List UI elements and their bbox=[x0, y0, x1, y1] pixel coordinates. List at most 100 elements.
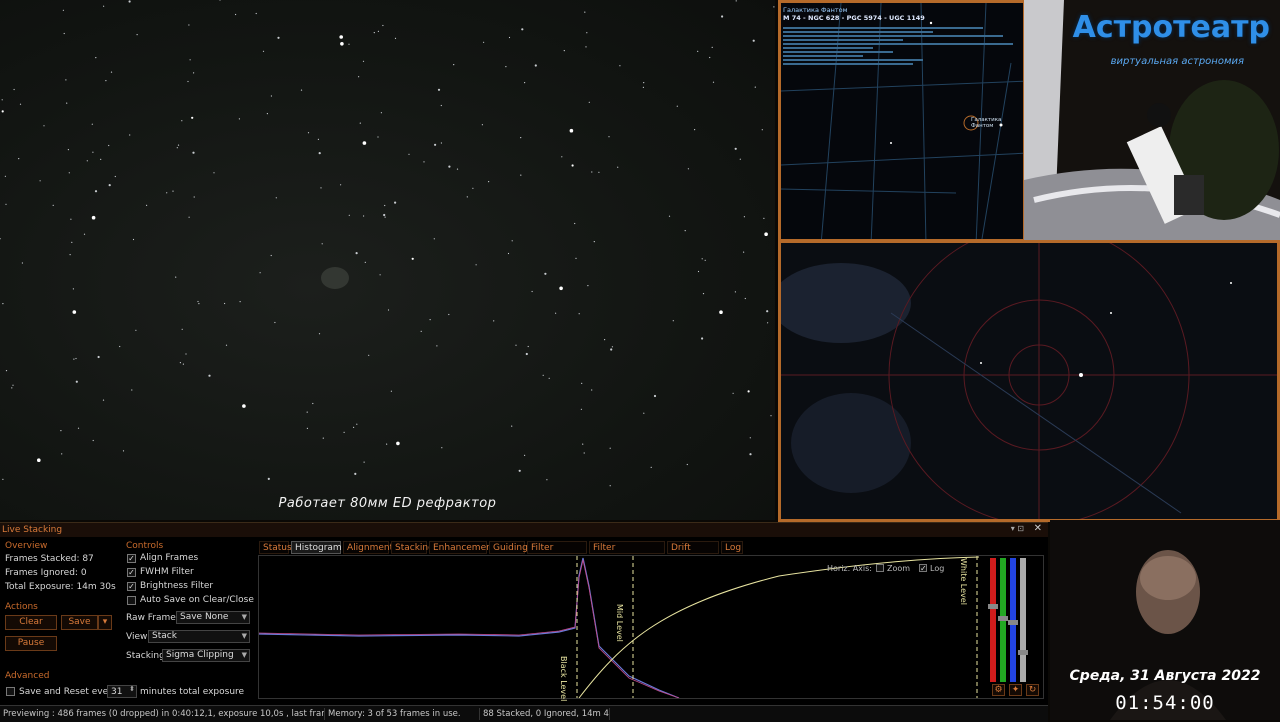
star bbox=[91, 123, 93, 125]
star bbox=[270, 254, 272, 257]
star bbox=[18, 158, 20, 160]
star bbox=[515, 344, 517, 346]
star bbox=[146, 204, 148, 206]
save-reset-checkbox[interactable] bbox=[6, 687, 15, 696]
star bbox=[586, 32, 588, 34]
dropdown-arrow-icon: ▾ bbox=[102, 617, 108, 627]
reset-icon[interactable]: ↻ bbox=[1026, 684, 1039, 696]
star bbox=[588, 101, 590, 103]
star bbox=[255, 12, 257, 15]
star bbox=[343, 431, 345, 433]
tab-log[interactable]: Log bbox=[721, 541, 743, 554]
tab-status[interactable]: Status bbox=[259, 541, 292, 554]
fwhm-filter-checkbox[interactable]: ✓ bbox=[127, 568, 136, 577]
tab-guiding[interactable]: Guiding bbox=[489, 541, 528, 554]
star bbox=[448, 313, 450, 316]
advanced-heading: Advanced bbox=[5, 671, 50, 681]
webcam-view: Среда, 31 Августа 2022 01:54:00 bbox=[1050, 520, 1280, 720]
total-exposure: Total Exposure: 14m 30s bbox=[5, 582, 116, 592]
star bbox=[697, 50, 699, 53]
view-select[interactable]: Stack ▼ bbox=[148, 630, 250, 643]
star bbox=[181, 120, 183, 122]
align-frames-checkbox[interactable]: ✓ bbox=[127, 554, 136, 563]
tab-histogram[interactable]: Histogram bbox=[291, 541, 342, 554]
star bbox=[423, 161, 425, 163]
star bbox=[574, 222, 576, 225]
star bbox=[274, 321, 276, 324]
star bbox=[307, 132, 310, 134]
star bbox=[102, 399, 105, 401]
star bbox=[520, 137, 522, 139]
star bbox=[270, 95, 272, 97]
star bbox=[108, 184, 111, 187]
star bbox=[766, 310, 769, 313]
auto-stretch-icon[interactable]: ⚙ bbox=[992, 684, 1005, 696]
panel-title: Live Stacking bbox=[0, 523, 1048, 537]
star bbox=[318, 152, 321, 155]
galaxy-glow bbox=[321, 267, 349, 289]
star bbox=[493, 320, 495, 322]
white-level-label[interactable]: White Level bbox=[959, 558, 968, 605]
star bbox=[735, 0, 737, 2]
chevron-down-icon: ▼ bbox=[241, 613, 247, 621]
star bbox=[448, 165, 451, 168]
panel-close-icon[interactable]: ✕ bbox=[1034, 523, 1042, 534]
clock-label: 01:54:00 bbox=[1115, 692, 1215, 714]
star bbox=[5, 203, 7, 205]
star bbox=[359, 122, 361, 124]
star bbox=[69, 254, 71, 256]
save-dropdown-button[interactable]: ▾ bbox=[98, 615, 112, 630]
stepper-arrows-icon[interactable]: ⬍ bbox=[129, 685, 135, 693]
star-icon[interactable]: ✦ bbox=[1009, 684, 1022, 696]
star bbox=[429, 319, 431, 321]
star bbox=[686, 463, 688, 466]
zoom-checkbox[interactable] bbox=[876, 564, 884, 572]
tab-alignment[interactable]: Alignment bbox=[343, 541, 393, 554]
log-checkbox[interactable]: ✓ bbox=[919, 564, 927, 573]
star bbox=[732, 392, 734, 394]
pause-button[interactable]: Pause bbox=[5, 636, 57, 651]
star bbox=[475, 264, 477, 266]
star bbox=[569, 128, 574, 133]
star bbox=[5, 370, 8, 372]
star bbox=[571, 164, 574, 167]
star bbox=[320, 187, 322, 189]
overview-heading: Overview bbox=[5, 541, 48, 551]
tab-stacking[interactable]: Stacking bbox=[391, 541, 434, 554]
panel-pin-icon[interactable]: ▾ ⊡ bbox=[1011, 524, 1024, 533]
chart-catalog-line: M 74 - NGC 628 - PGC 5974 - UGC 1149 bbox=[783, 14, 925, 22]
star bbox=[587, 285, 589, 287]
star bbox=[390, 390, 392, 392]
star bbox=[83, 233, 86, 235]
save-button[interactable]: Save bbox=[61, 615, 98, 630]
tab-drift-graph[interactable]: Drift Graph bbox=[667, 541, 719, 566]
tab-filter-brightness[interactable]: Filter (Brightness) bbox=[589, 541, 665, 566]
tab-filter-fwhm[interactable]: Filter (FWHM) bbox=[527, 541, 587, 566]
minutes-stepper[interactable]: 31 ⬍ bbox=[107, 685, 137, 698]
star bbox=[743, 216, 746, 218]
actions-heading: Actions bbox=[5, 602, 38, 612]
star bbox=[193, 196, 195, 198]
star bbox=[507, 252, 510, 255]
star bbox=[555, 312, 557, 314]
star bbox=[483, 41, 485, 43]
tab-enhancement[interactable]: Enhancement bbox=[429, 541, 495, 554]
star bbox=[773, 6, 775, 8]
brightness-filter-checkbox[interactable]: ✓ bbox=[127, 582, 136, 591]
star bbox=[578, 313, 580, 315]
status-stacked: 88 Stacked, 0 Ignored, 14m 40s bbox=[480, 708, 610, 720]
star bbox=[114, 175, 116, 178]
clear-button[interactable]: Clear bbox=[5, 615, 57, 630]
star bbox=[488, 181, 490, 183]
mid-level-label[interactable]: Mid Level bbox=[615, 604, 624, 642]
star bbox=[317, 138, 319, 140]
star bbox=[382, 24, 384, 27]
auto-save-checkbox[interactable] bbox=[127, 596, 136, 605]
black-level-label[interactable]: Black Level bbox=[559, 656, 568, 701]
chart-info-block bbox=[783, 25, 1013, 67]
stacking-select[interactable]: Sigma Clipping ▼ bbox=[162, 649, 250, 662]
raw-frames-select[interactable]: Save None ▼ bbox=[176, 611, 250, 624]
star bbox=[511, 240, 513, 242]
star bbox=[266, 113, 268, 115]
star bbox=[188, 24, 190, 26]
